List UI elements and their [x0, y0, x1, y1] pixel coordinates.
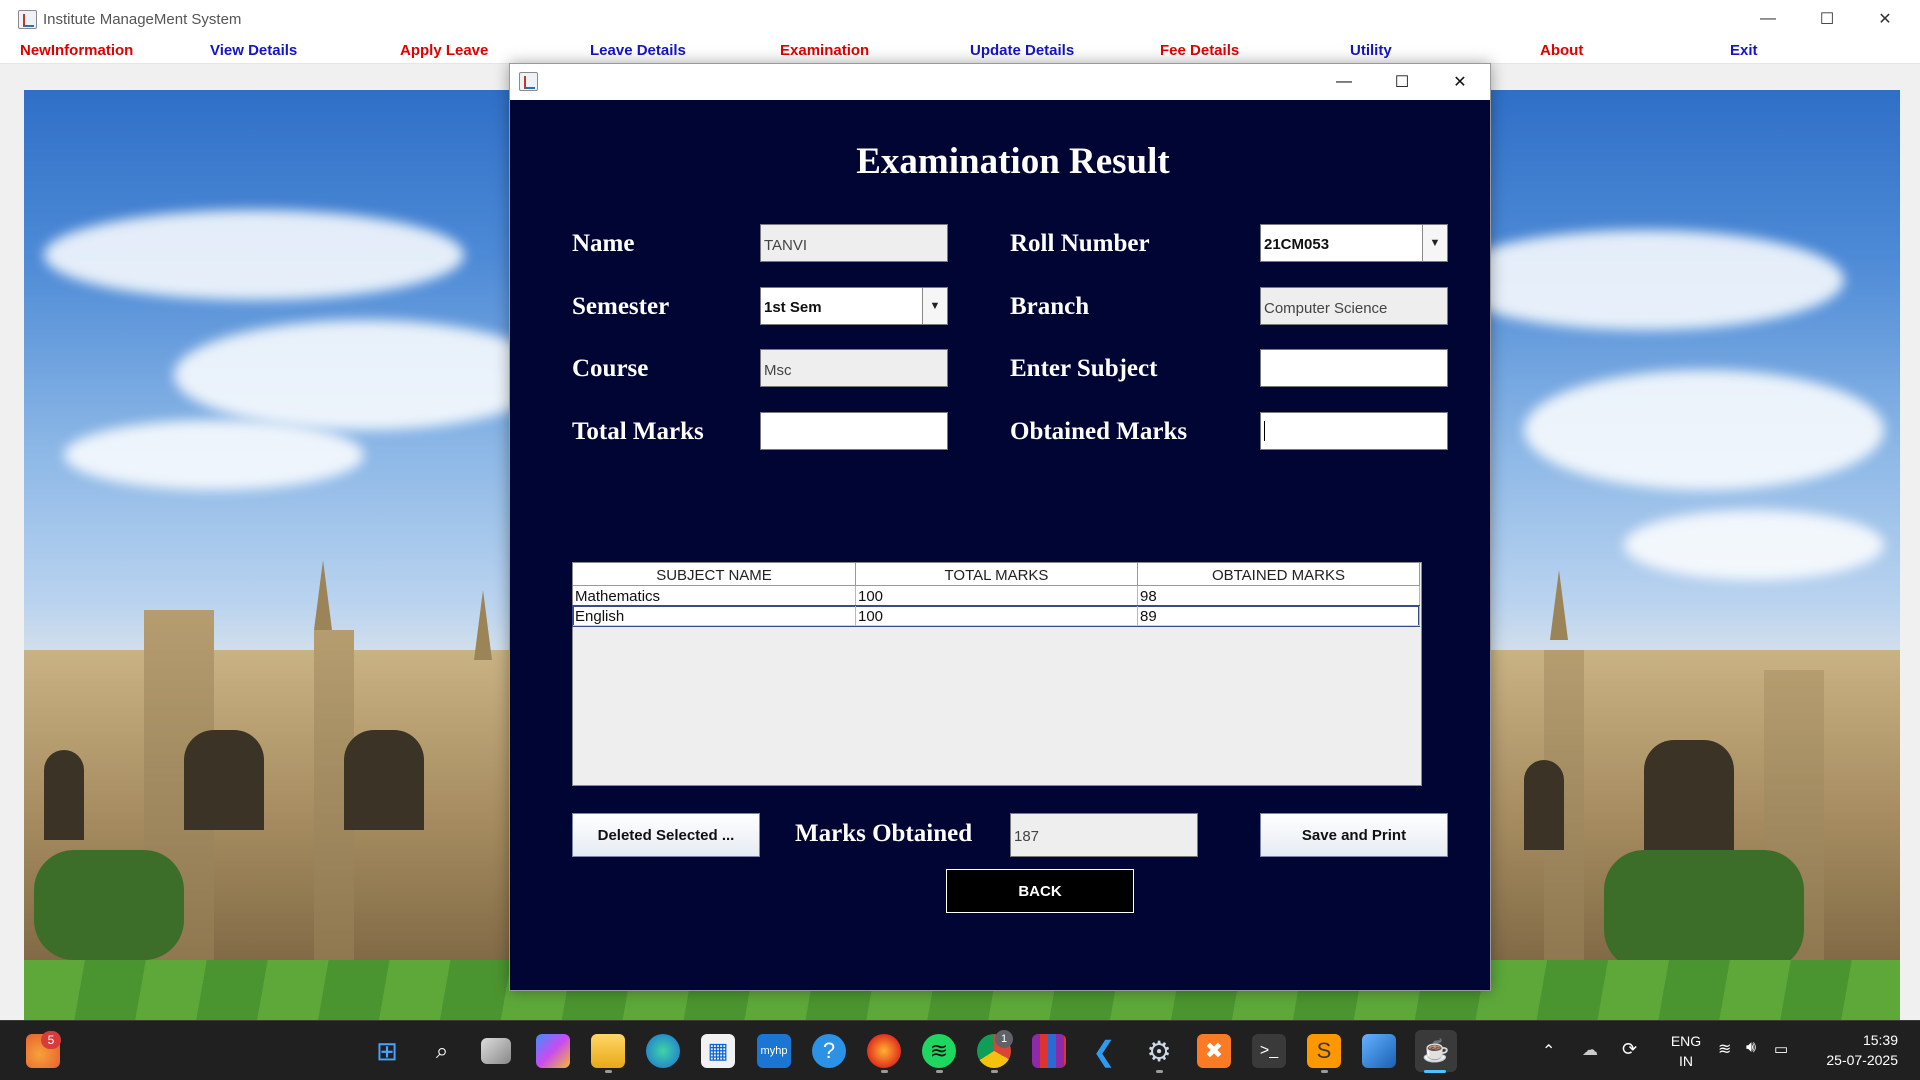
menu-utility[interactable]: Utility — [1350, 42, 1392, 59]
branch-label: Branch — [1010, 293, 1090, 320]
obtained-marks-label: Obtained Marks — [1010, 418, 1188, 445]
semester-value: 1st Sem — [764, 299, 822, 316]
java-icon[interactable]: ☕ — [1415, 1030, 1457, 1072]
roll-number-value: 21CM053 — [1264, 236, 1330, 253]
table-cell: English — [573, 606, 856, 626]
wifi-icon[interactable]: ≋ — [1718, 1039, 1731, 1059]
spotify-icon[interactable]: ≋ — [922, 1034, 956, 1068]
terminal-icon[interactable]: >_ — [1252, 1034, 1286, 1068]
table-cell: 98 — [1138, 586, 1420, 606]
table-row[interactable]: English 100 89 — [572, 605, 1420, 627]
clock-time[interactable]: 15:39 — [1818, 1032, 1898, 1048]
obtained-marks-input[interactable] — [1260, 412, 1448, 450]
dialog-close-button[interactable]: ✕ — [1431, 64, 1489, 100]
xampp-icon[interactable]: ✖ — [1197, 1034, 1231, 1068]
enter-subject-input[interactable] — [1260, 349, 1448, 387]
menu-fee-details[interactable]: Fee Details — [1160, 42, 1239, 59]
help-icon[interactable]: ? — [812, 1034, 846, 1068]
semester-select[interactable]: 1st Sem ▼ — [760, 287, 948, 325]
column-header-subject[interactable]: SUBJECT NAME — [573, 563, 856, 586]
menu-apply-leave[interactable]: Apply Leave — [400, 42, 488, 59]
dialog-minimize-button[interactable]: — — [1315, 64, 1373, 100]
menu-view-details[interactable]: View Details — [210, 42, 297, 59]
chevron-down-icon[interactable]: ▼ — [1422, 225, 1447, 261]
enter-subject-label: Enter Subject — [1010, 355, 1158, 382]
menu-bar: NewInformation View Details Apply Leave … — [0, 38, 1920, 64]
menu-examination[interactable]: Examination — [780, 42, 869, 59]
roll-number-select[interactable]: 21CM053 ▼ — [1260, 224, 1448, 262]
volume-icon[interactable]: 🔊︎ — [1746, 1039, 1756, 1057]
sync-icon[interactable]: ⟳ — [1622, 1039, 1637, 1060]
branch-field[interactable]: Computer Science — [1260, 287, 1448, 325]
main-window-title: Institute ManageMent System — [43, 11, 242, 28]
save-and-print-button[interactable]: Save and Print — [1260, 813, 1448, 857]
main-titlebar: Institute ManageMent System — ☐ ✕ — [0, 0, 1920, 38]
dialog-maximize-button[interactable]: ☐ — [1373, 64, 1431, 100]
column-header-total-marks[interactable]: TOTAL MARKS — [856, 563, 1138, 586]
table-cell: 100 — [856, 586, 1138, 606]
edge-icon[interactable] — [646, 1034, 680, 1068]
back-button[interactable]: BACK — [946, 869, 1134, 913]
winrar-icon[interactable] — [1032, 1034, 1066, 1068]
delete-selected-button[interactable]: Deleted Selected ... — [572, 813, 760, 857]
battery-icon[interactable]: ▭ — [1774, 1040, 1788, 1058]
table-cell: 89 — [1138, 606, 1420, 626]
course-field[interactable]: Msc — [760, 349, 948, 387]
copilot-icon[interactable] — [536, 1034, 570, 1068]
course-label: Course — [572, 355, 649, 382]
myhp-icon[interactable]: myhp — [757, 1034, 791, 1068]
java-app-icon — [519, 72, 538, 91]
start-icon[interactable]: ⊞ — [370, 1034, 404, 1068]
marks-obtained-field[interactable]: 187 — [1010, 813, 1198, 857]
chrome-badge: 1 — [995, 1030, 1013, 1048]
task-view-icon[interactable] — [481, 1038, 511, 1064]
search-icon[interactable]: ⌕ — [425, 1034, 459, 1068]
notification-badge: 5 — [41, 1031, 61, 1049]
menu-exit[interactable]: Exit — [1730, 42, 1758, 59]
sublime-icon[interactable]: S — [1307, 1034, 1341, 1068]
name-field[interactable]: TANVI — [760, 224, 948, 262]
dialog-content: Examination Result Name TANVI Roll Numbe… — [510, 100, 1490, 990]
firefox-icon[interactable] — [867, 1034, 901, 1068]
file-explorer-icon[interactable] — [591, 1034, 625, 1068]
menu-about[interactable]: About — [1540, 42, 1583, 59]
vscode-icon[interactable]: ❮ — [1087, 1034, 1121, 1068]
maximize-button[interactable]: ☐ — [1798, 0, 1856, 38]
column-header-obtained-marks[interactable]: OBTAINED MARKS — [1138, 563, 1420, 586]
cloud-offline-icon[interactable]: ☁ — [1582, 1040, 1598, 1060]
settings-icon[interactable]: ⚙ — [1142, 1034, 1176, 1068]
clock-date[interactable]: 25-07-2025 — [1808, 1052, 1898, 1068]
table-row[interactable]: Mathematics 100 98 — [573, 586, 1420, 606]
marks-table[interactable]: SUBJECT NAME TOTAL MARKS OBTAINED MARKS … — [572, 562, 1422, 786]
menu-update-details[interactable]: Update Details — [970, 42, 1074, 59]
examination-result-dialog: — ☐ ✕ Examination Result Name TANVI Roll… — [509, 63, 1491, 991]
table-cell: 100 — [856, 606, 1138, 626]
total-marks-input[interactable] — [760, 412, 948, 450]
roll-number-label: Roll Number — [1010, 230, 1150, 257]
dialog-titlebar: — ☐ ✕ — [510, 64, 1490, 100]
marks-obtained-label: Marks Obtained — [795, 820, 973, 847]
region-indicator[interactable]: IN — [1666, 1053, 1706, 1069]
chevron-down-icon[interactable]: ▼ — [922, 288, 947, 324]
semester-label: Semester — [572, 293, 670, 320]
name-label: Name — [572, 230, 635, 257]
menu-leave-details[interactable]: Leave Details — [590, 42, 686, 59]
show-hidden-icons-icon[interactable]: ⌃ — [1542, 1041, 1555, 1061]
weather-widget-icon[interactable]: 5 — [26, 1031, 61, 1068]
chrome-icon[interactable]: 1 — [977, 1030, 1013, 1068]
store-icon[interactable]: ▦ — [701, 1034, 735, 1068]
text-caret — [1264, 421, 1265, 441]
menu-new-information[interactable]: NewInformation — [20, 42, 133, 59]
language-indicator[interactable]: ENG — [1666, 1033, 1706, 1049]
close-button[interactable]: ✕ — [1856, 0, 1914, 38]
taskbar: 5 ⊞ ⌕ ▦ myhp ? ≋ 1 ❮ ⚙ ✖ >_ S ☕ ⌃ ☁ ⟳ EN… — [0, 1020, 1920, 1080]
table-cell: Mathematics — [573, 586, 856, 606]
total-marks-label: Total Marks — [572, 418, 704, 445]
photos-icon[interactable] — [1362, 1034, 1396, 1068]
page-title: Examination Result — [856, 141, 1170, 182]
java-app-icon — [18, 10, 37, 29]
minimize-button[interactable]: — — [1739, 0, 1797, 38]
